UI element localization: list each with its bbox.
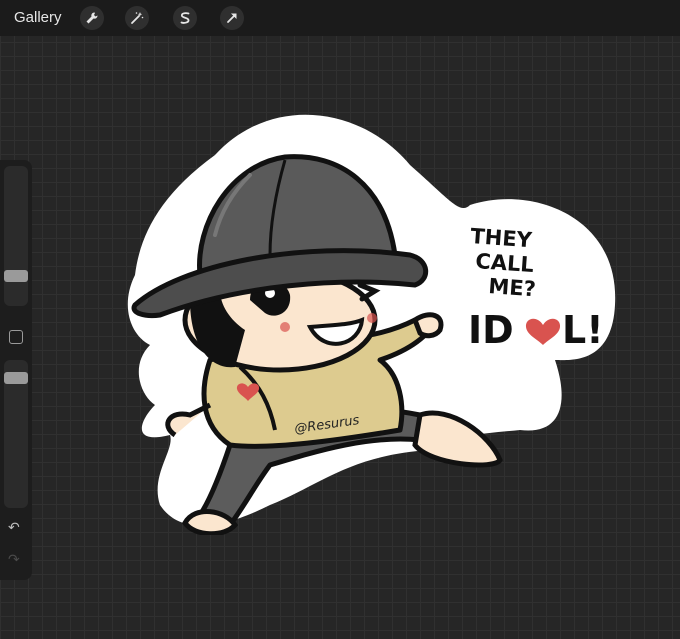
- adjustments-button[interactable]: [125, 6, 149, 30]
- magic-wand-icon: [131, 12, 144, 24]
- hand-right: [411, 312, 444, 339]
- shoe-left: [182, 508, 239, 535]
- transform-icon: [227, 13, 237, 23]
- blush-right: [367, 313, 377, 323]
- gallery-button[interactable]: Gallery: [14, 9, 62, 26]
- transform-button[interactable]: [220, 6, 244, 30]
- bubble-idol-prefix: ID: [468, 308, 514, 352]
- undo-button[interactable]: ↶: [8, 520, 20, 536]
- sidebar: ↶ ↷: [0, 160, 32, 580]
- opacity-thumb[interactable]: [4, 372, 28, 384]
- bubble-line-3: ME?: [488, 274, 537, 301]
- selection-icon: [180, 12, 190, 24]
- redo-button[interactable]: ↷: [8, 552, 20, 568]
- wrench-icon: [86, 12, 98, 24]
- modify-button[interactable]: [9, 330, 23, 344]
- selection-button[interactable]: [173, 6, 197, 30]
- brush-size-thumb[interactable]: [4, 270, 28, 282]
- blush-left: [280, 322, 290, 332]
- bubble-idol-suffix: L!: [562, 308, 604, 352]
- canvas-artwork[interactable]: @Resurus THEY CALL ME? ID L!: [100, 105, 660, 535]
- actions-button[interactable]: [80, 6, 104, 30]
- top-toolbar: Gallery: [0, 0, 680, 36]
- bubble-line-2: CALL: [475, 249, 535, 277]
- bubble-line-1: THEY: [470, 224, 534, 252]
- brush-size-slider[interactable]: [4, 166, 28, 306]
